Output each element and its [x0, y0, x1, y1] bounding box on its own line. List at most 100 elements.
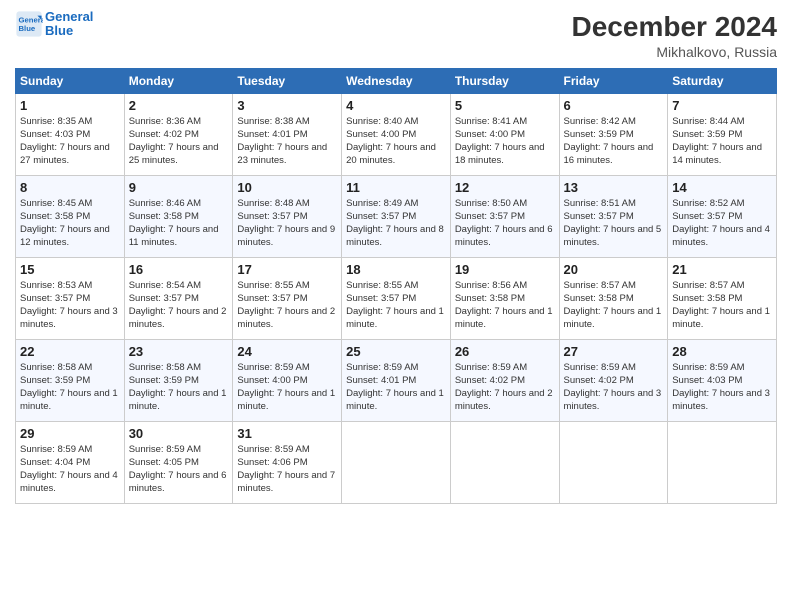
day-info: Sunrise: 8:59 AMSunset: 4:06 PMDaylight:… [237, 443, 337, 496]
day-info: Sunrise: 8:50 AMSunset: 3:57 PMDaylight:… [455, 197, 555, 250]
day-info: Sunrise: 8:44 AMSunset: 3:59 PMDaylight:… [672, 115, 772, 168]
day-cell-21: 21Sunrise: 8:57 AMSunset: 3:58 PMDayligh… [668, 257, 777, 339]
day-cell-11: 11 Sunrise: 8:49 AMSunset: 3:57 PMDayligh… [342, 175, 451, 257]
header-day-friday: Friday [559, 68, 668, 93]
header-day-wednesday: Wednesday [342, 68, 451, 93]
day-info: Sunrise: 8:42 AMSunset: 3:59 PMDaylight:… [564, 115, 664, 168]
day-number: 6 [564, 98, 664, 113]
day-number: 13 [564, 180, 664, 195]
day-info: Sunrise: 8:55 AMSunset: 3:57 PMDaylight:… [346, 279, 446, 332]
day-number: 28 [672, 344, 772, 359]
day-number: 9 [129, 180, 229, 195]
day-cell-30: 30 Sunrise: 8:59 AMSunset: 4:05 PMDayligh… [124, 421, 233, 503]
header: General Blue GeneralBlue December 2024 M… [15, 10, 777, 60]
header-day-thursday: Thursday [450, 68, 559, 93]
day-info: Sunrise: 8:59 AMSunset: 4:02 PMDaylight:… [455, 361, 555, 414]
day-number: 17 [237, 262, 337, 277]
day-cell-25: 25Sunrise: 8:59 AMSunset: 4:01 PMDayligh… [342, 339, 451, 421]
day-cell-20: 20 Sunrise: 8:57 AMSunset: 3:58 PMDayligh… [559, 257, 668, 339]
day-info: Sunrise: 8:54 AMSunset: 3:57 PMDaylight:… [129, 279, 229, 332]
logo: General Blue GeneralBlue [15, 10, 93, 39]
day-info: Sunrise: 8:52 AMSunset: 3:57 PMDaylight:… [672, 197, 772, 250]
day-info: Sunrise: 8:55 AMSunset: 3:57 PMDaylight:… [237, 279, 337, 332]
day-cell-5: 5 Sunrise: 8:41 AMSunset: 4:00 PMDaylight… [450, 93, 559, 175]
day-cell-8: 8 Sunrise: 8:45 AMSunset: 3:58 PMDaylight… [16, 175, 125, 257]
day-info: Sunrise: 8:38 AMSunset: 4:01 PMDaylight:… [237, 115, 337, 168]
day-number: 7 [672, 98, 772, 113]
day-number: 23 [129, 344, 229, 359]
header-day-saturday: Saturday [668, 68, 777, 93]
day-number: 29 [20, 426, 120, 441]
day-cell-22: 22 Sunrise: 8:58 AMSunset: 3:59 PMDayligh… [16, 339, 125, 421]
day-cell-23: 23Sunrise: 8:58 AMSunset: 3:59 PMDayligh… [124, 339, 233, 421]
day-cell-1: 1 Sunrise: 8:35 AMSunset: 4:03 PMDaylight… [16, 93, 125, 175]
day-cell-15: 15 Sunrise: 8:53 AMSunset: 3:57 PMDayligh… [16, 257, 125, 339]
day-number: 16 [129, 262, 229, 277]
day-number: 22 [20, 344, 120, 359]
day-info: Sunrise: 8:59 AMSunset: 4:01 PMDaylight:… [346, 361, 446, 414]
day-number: 5 [455, 98, 555, 113]
day-number: 30 [129, 426, 229, 441]
day-number: 11 [346, 180, 446, 195]
empty-cell [668, 421, 777, 503]
day-cell-17: 17 Sunrise: 8:55 AMSunset: 3:57 PMDayligh… [233, 257, 342, 339]
header-day-monday: Monday [124, 68, 233, 93]
day-cell-12: 12Sunrise: 8:50 AMSunset: 3:57 PMDayligh… [450, 175, 559, 257]
day-number: 21 [672, 262, 772, 277]
logo-icon: General Blue [15, 10, 43, 38]
day-info: Sunrise: 8:56 AMSunset: 3:58 PMDaylight:… [455, 279, 555, 332]
day-number: 26 [455, 344, 555, 359]
day-cell-7: 7 Sunrise: 8:44 AMSunset: 3:59 PMDaylight… [668, 93, 777, 175]
day-info: Sunrise: 8:41 AMSunset: 4:00 PMDaylight:… [455, 115, 555, 168]
week-row-3: 15 Sunrise: 8:53 AMSunset: 3:57 PMDayligh… [16, 257, 777, 339]
day-number: 15 [20, 262, 120, 277]
day-info: Sunrise: 8:57 AMSunset: 3:58 PMDaylight:… [564, 279, 664, 332]
header-row: SundayMondayTuesdayWednesdayThursdayFrid… [16, 68, 777, 93]
empty-cell [450, 421, 559, 503]
day-cell-16: 16 Sunrise: 8:54 AMSunset: 3:57 PMDayligh… [124, 257, 233, 339]
day-info: Sunrise: 8:59 AMSunset: 4:04 PMDaylight:… [20, 443, 120, 496]
day-number: 3 [237, 98, 337, 113]
day-cell-10: 10Sunrise: 8:48 AMSunset: 3:57 PMDayligh… [233, 175, 342, 257]
day-cell-26: 26 Sunrise: 8:59 AMSunset: 4:02 PMDayligh… [450, 339, 559, 421]
title-block: December 2024 Mikhalkovo, Russia [572, 10, 777, 60]
day-number: 24 [237, 344, 337, 359]
day-info: Sunrise: 8:53 AMSunset: 3:57 PMDaylight:… [20, 279, 120, 332]
day-cell-31: 31Sunrise: 8:59 AMSunset: 4:06 PMDayligh… [233, 421, 342, 503]
day-cell-14: 14 Sunrise: 8:52 AMSunset: 3:57 PMDayligh… [668, 175, 777, 257]
header-day-tuesday: Tuesday [233, 68, 342, 93]
day-cell-27: 27Sunrise: 8:59 AMSunset: 4:02 PMDayligh… [559, 339, 668, 421]
day-info: Sunrise: 8:58 AMSunset: 3:59 PMDaylight:… [20, 361, 120, 414]
day-cell-13: 13 Sunrise: 8:51 AMSunset: 3:57 PMDayligh… [559, 175, 668, 257]
day-number: 19 [455, 262, 555, 277]
day-info: Sunrise: 8:49 AMSunset: 3:57 PMDaylight:… [346, 197, 446, 250]
day-number: 10 [237, 180, 337, 195]
day-number: 1 [20, 98, 120, 113]
day-info: Sunrise: 8:51 AMSunset: 3:57 PMDaylight:… [564, 197, 664, 250]
day-cell-19: 19 Sunrise: 8:56 AMSunset: 3:58 PMDayligh… [450, 257, 559, 339]
day-cell-3: 3 Sunrise: 8:38 AMSunset: 4:01 PMDaylight… [233, 93, 342, 175]
day-number: 20 [564, 262, 664, 277]
day-cell-18: 18Sunrise: 8:55 AMSunset: 3:57 PMDayligh… [342, 257, 451, 339]
header-day-sunday: Sunday [16, 68, 125, 93]
day-number: 2 [129, 98, 229, 113]
day-info: Sunrise: 8:59 AMSunset: 4:00 PMDaylight:… [237, 361, 337, 414]
day-info: Sunrise: 8:36 AMSunset: 4:02 PMDaylight:… [129, 115, 229, 168]
day-number: 8 [20, 180, 120, 195]
day-cell-9: 9Sunrise: 8:46 AMSunset: 3:58 PMDaylight… [124, 175, 233, 257]
day-number: 4 [346, 98, 446, 113]
logo-text: GeneralBlue [45, 10, 93, 39]
week-row-2: 8 Sunrise: 8:45 AMSunset: 3:58 PMDaylight… [16, 175, 777, 257]
day-number: 14 [672, 180, 772, 195]
day-info: Sunrise: 8:40 AMSunset: 4:00 PMDaylight:… [346, 115, 446, 168]
calendar-table: SundayMondayTuesdayWednesdayThursdayFrid… [15, 68, 777, 504]
location-subtitle: Mikhalkovo, Russia [572, 44, 777, 60]
day-cell-2: 2 Sunrise: 8:36 AMSunset: 4:02 PMDaylight… [124, 93, 233, 175]
day-info: Sunrise: 8:35 AMSunset: 4:03 PMDaylight:… [20, 115, 120, 168]
day-number: 27 [564, 344, 664, 359]
svg-text:Blue: Blue [19, 24, 36, 33]
month-title: December 2024 [572, 10, 777, 44]
day-info: Sunrise: 8:45 AMSunset: 3:58 PMDaylight:… [20, 197, 120, 250]
day-info: Sunrise: 8:59 AMSunset: 4:05 PMDaylight:… [129, 443, 229, 496]
day-cell-6: 6 Sunrise: 8:42 AMSunset: 3:59 PMDaylight… [559, 93, 668, 175]
